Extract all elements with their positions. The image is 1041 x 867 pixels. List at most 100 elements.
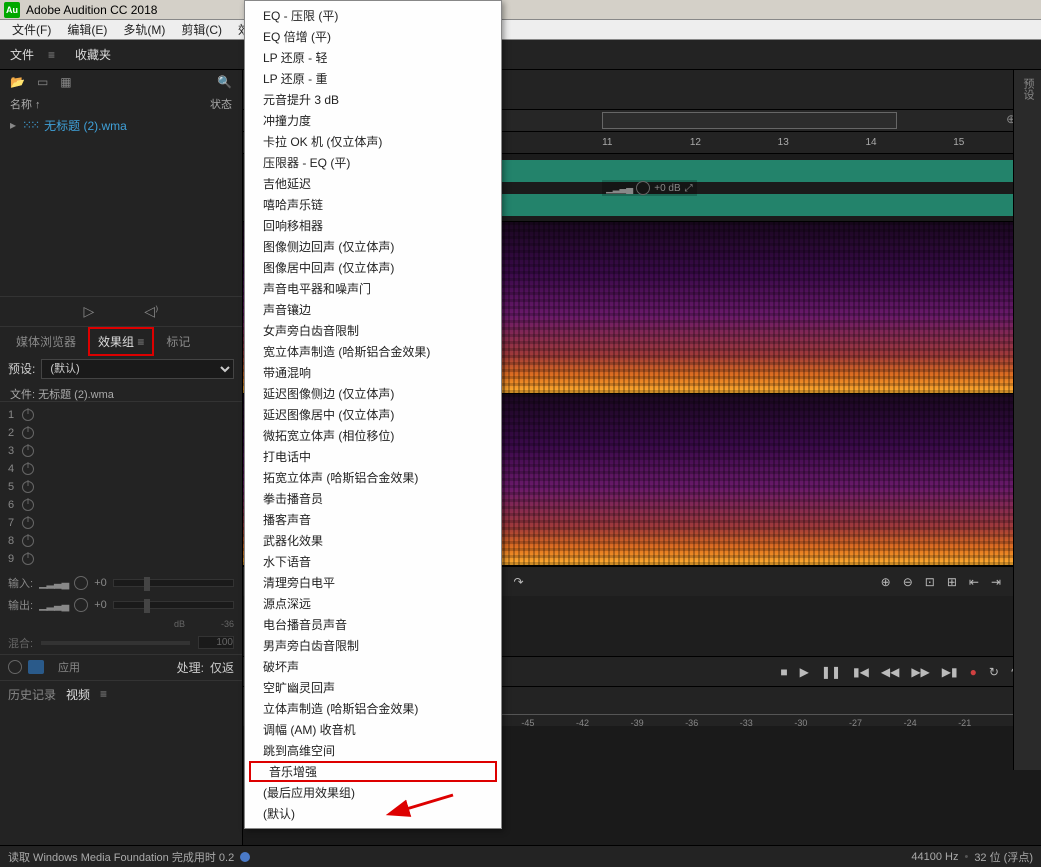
process-mode[interactable]: 仅返	[210, 659, 234, 676]
slot-power-icon[interactable]	[22, 409, 34, 421]
preset-menu-item[interactable]: EQ - 压限 (平)	[245, 5, 501, 26]
expand-icon[interactable]: ▸	[10, 118, 16, 132]
slot-power-icon[interactable]	[22, 517, 34, 529]
input-knob[interactable]	[74, 576, 88, 590]
slot-power-icon[interactable]	[22, 463, 34, 475]
preset-menu-item[interactable]: EQ 倍增 (平)	[245, 26, 501, 47]
volume-handle-icon[interactable]: ⤢	[685, 183, 693, 194]
preset-menu-item[interactable]: 宽立体声制造 (哈斯铝合金效果)	[245, 341, 501, 362]
preset-menu-item[interactable]: 元音提升 3 dB	[245, 89, 501, 110]
effect-slot-2[interactable]: 2	[0, 424, 242, 442]
zoom-in-time-icon[interactable]: ⇤	[969, 575, 979, 589]
slot-power-icon[interactable]	[22, 553, 34, 565]
tab-media-browser[interactable]: 媒体浏览器	[8, 329, 84, 354]
mix-slider[interactable]	[41, 641, 190, 645]
open-file-icon[interactable]: 📂	[10, 75, 25, 89]
preset-select[interactable]: (默认)	[41, 359, 234, 379]
preset-menu-item[interactable]: 延迟图像居中 (仅立体声)	[245, 404, 501, 425]
forward-button-2[interactable]: ▶▶	[911, 665, 929, 679]
preset-menu-item[interactable]: 卡拉 OK 机 (仅立体声)	[245, 131, 501, 152]
play-icon[interactable]: ▷	[84, 303, 95, 320]
preset-menu-item[interactable]: 男声旁白齿音限制	[245, 635, 501, 656]
slot-power-icon[interactable]	[22, 499, 34, 511]
rewind-button-2[interactable]: ◀◀	[881, 665, 899, 679]
preset-menu-item[interactable]: 播客声音	[245, 509, 501, 530]
preset-menu-item[interactable]: 声音电平器和噪声门	[245, 278, 501, 299]
zoom-sel-icon[interactable]: ⊞	[947, 575, 957, 589]
preset-menu-item[interactable]: 图像侧边回声 (仅立体声)	[245, 236, 501, 257]
preset-menu-item[interactable]: 电台播音员声音	[245, 614, 501, 635]
zoom-full-icon[interactable]: ⊡	[925, 575, 935, 589]
preset-menu-item[interactable]: 吉他延迟	[245, 173, 501, 194]
search-icon[interactable]: 🔍	[217, 75, 232, 89]
slot-power-icon[interactable]	[22, 427, 34, 439]
volume-indicator[interactable]: ▁▂▃▄ +0 dB ⤢	[602, 180, 697, 196]
go-start-button-2[interactable]: ▮◀	[853, 665, 869, 679]
preset-menu-item[interactable]: 回响移相器	[245, 215, 501, 236]
preset-menu-item[interactable]: 空旷幽灵回声	[245, 677, 501, 698]
preset-menu-item[interactable]: LP 还原 - 轻	[245, 47, 501, 68]
go-end-button-2[interactable]: ▶▮	[942, 665, 958, 679]
list-view-icon[interactable]	[28, 660, 44, 674]
auto-play-icon[interactable]: ◁⁾	[144, 303, 158, 320]
effect-slot-4[interactable]: 4	[0, 460, 242, 478]
apply-button[interactable]: 应用	[50, 657, 88, 677]
output-fader[interactable]	[113, 601, 234, 609]
skip-button[interactable]: ↷	[514, 575, 524, 589]
stop-button-2[interactable]: ■	[780, 665, 787, 679]
name-column[interactable]: 名称 ↑	[10, 96, 41, 112]
preset-menu-item[interactable]: 压限器 - EQ (平)	[245, 152, 501, 173]
tab-markers[interactable]: 标记	[158, 329, 198, 354]
preset-menu-item[interactable]: 破坏声	[245, 656, 501, 677]
effect-slot-1[interactable]: 1	[0, 406, 242, 424]
video-panel-menu-icon[interactable]: ≡	[100, 687, 107, 701]
preset-menu-item[interactable]: (最后应用效果组)	[245, 782, 501, 803]
preset-menu-item[interactable]: 延迟图像侧边 (仅立体声)	[245, 383, 501, 404]
menu-multitrack[interactable]: 多轨(M)	[115, 21, 173, 38]
preset-menu-item[interactable]: 声音镶边	[245, 299, 501, 320]
preset-menu-item[interactable]: 微拓宽立体声 (相位移位)	[245, 425, 501, 446]
effect-slot-7[interactable]: 7	[0, 514, 242, 532]
right-collapsed-panel[interactable]: 预设	[1013, 70, 1041, 770]
effect-slot-9[interactable]: 9	[0, 550, 242, 568]
preset-menu-item[interactable]: 打电话中	[245, 446, 501, 467]
preset-menu-item[interactable]: 女声旁白齿音限制	[245, 320, 501, 341]
preset-menu-item[interactable]: 跳到高维空间	[245, 740, 501, 761]
effect-slot-5[interactable]: 5	[0, 478, 242, 496]
slot-power-icon[interactable]	[22, 481, 34, 493]
panel-menu-icon[interactable]: ≡	[48, 48, 55, 62]
tab-video[interactable]: 视频	[66, 686, 90, 703]
preset-menu-item[interactable]: 嘻哈声乐链	[245, 194, 501, 215]
preset-menu-item[interactable]: 拳击播音员	[245, 488, 501, 509]
slot-power-icon[interactable]	[22, 535, 34, 547]
preset-menu-item[interactable]: 音乐增强	[249, 761, 497, 782]
effect-slot-6[interactable]: 6	[0, 496, 242, 514]
power-toggle[interactable]	[8, 660, 22, 674]
preset-menu-item[interactable]: 拓宽立体声 (哈斯铝合金效果)	[245, 467, 501, 488]
record-button-2[interactable]: ●	[970, 665, 977, 679]
preset-menu-item[interactable]: 调幅 (AM) 收音机	[245, 719, 501, 740]
preset-menu-item[interactable]: 源点深远	[245, 593, 501, 614]
input-fader[interactable]	[113, 579, 234, 587]
menu-clip[interactable]: 剪辑(C)	[173, 21, 230, 38]
tab-history[interactable]: 历史记录	[8, 686, 56, 703]
pause-button-2[interactable]: ❚❚	[821, 665, 841, 679]
preset-menu-item[interactable]: 立体声制造 (哈斯铝合金效果)	[245, 698, 501, 719]
record-file-icon[interactable]: ▭	[37, 75, 48, 89]
new-multitrack-icon[interactable]: ▦	[60, 75, 71, 89]
preset-menu-item[interactable]: LP 还原 - 重	[245, 68, 501, 89]
effect-slot-3[interactable]: 3	[0, 442, 242, 460]
preset-menu-item[interactable]: 清理旁白电平	[245, 572, 501, 593]
zoom-in-icon[interactable]: ⊕	[881, 575, 891, 589]
menu-file[interactable]: 文件(F)	[4, 21, 59, 38]
preset-menu-item[interactable]: 带通混响	[245, 362, 501, 383]
preset-menu-item[interactable]: 图像居中回声 (仅立体声)	[245, 257, 501, 278]
zoom-out-time-icon[interactable]: ⇥	[991, 575, 1001, 589]
play-button-2[interactable]: ▶	[800, 665, 809, 679]
output-knob[interactable]	[74, 598, 88, 612]
mix-value[interactable]	[198, 636, 234, 649]
menu-edit[interactable]: 编辑(E)	[59, 21, 115, 38]
tab-effects-rack[interactable]: 效果组 ≡	[88, 327, 154, 356]
effect-slot-8[interactable]: 8	[0, 532, 242, 550]
status-column[interactable]: 状态	[210, 96, 232, 112]
